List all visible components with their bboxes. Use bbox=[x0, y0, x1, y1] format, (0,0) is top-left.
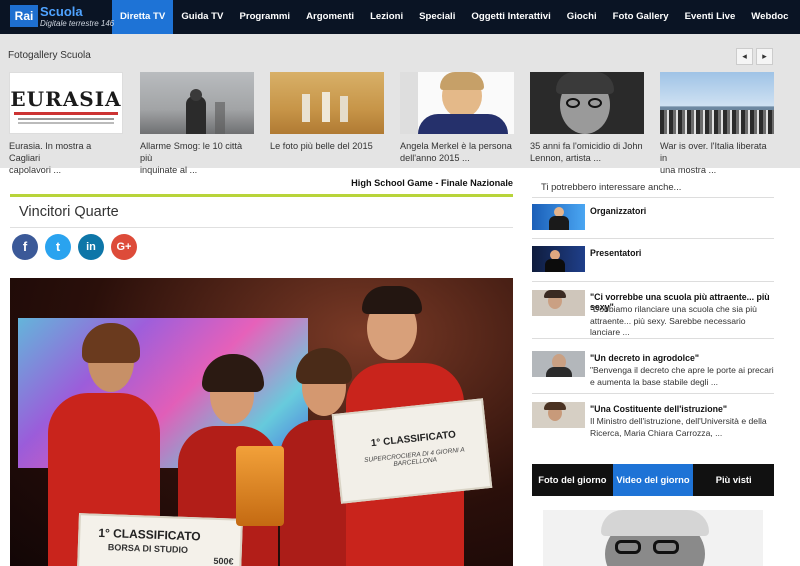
related-thumbnail[interactable] bbox=[532, 402, 585, 428]
prize-sign-right: 1° CLASSIFICATO SUPERCROCIERA DI 4 GIORN… bbox=[331, 398, 493, 504]
trophy bbox=[236, 446, 284, 526]
related-title[interactable]: "Una Costituente dell'istruzione" bbox=[590, 404, 727, 414]
logo-scuola: Scuola bbox=[40, 4, 83, 19]
related-description: "Benvenga il decreto che apre le porte a… bbox=[590, 365, 774, 387]
tab-preview-image[interactable] bbox=[543, 510, 763, 566]
gallery-thumbnail[interactable]: EURASIA bbox=[9, 72, 123, 134]
gallery-thumbnail[interactable] bbox=[400, 72, 514, 134]
gallery-thumbnail[interactable] bbox=[530, 72, 644, 134]
chevron-right-icon[interactable]: ▸ bbox=[756, 48, 773, 65]
facebook-share-button[interactable]: f bbox=[12, 234, 38, 260]
linkedin-share-button[interactable]: in bbox=[78, 234, 104, 260]
media-tabs: Foto del giorno Video del giorno Più vis… bbox=[532, 464, 774, 496]
related-description: Il Ministro dell'istruzione, dell'Univer… bbox=[590, 416, 767, 438]
tab-video-del-giorno[interactable]: Video del giorno bbox=[612, 464, 694, 496]
top-navigation: Rai Scuola Digitale terrestre 146 Dirett… bbox=[0, 0, 800, 34]
nav-item-giochi[interactable]: Giochi bbox=[559, 0, 605, 34]
twitter-share-button[interactable]: t bbox=[45, 234, 71, 260]
nav-item-eventi-live[interactable]: Eventi Live bbox=[677, 0, 744, 34]
related-thumbnail[interactable] bbox=[532, 204, 585, 230]
googleplus-share-button[interactable]: G+ bbox=[111, 234, 137, 260]
related-heading: Ti potrebbero interessare anche... bbox=[541, 181, 682, 192]
related-sidebar: Ti potrebbero interessare anche... Organ… bbox=[532, 168, 774, 566]
related-description: "Dobbiamo rilanciare una scuola che sia … bbox=[590, 304, 757, 337]
divider bbox=[10, 227, 513, 228]
related-title[interactable]: Organizzatori bbox=[590, 206, 646, 216]
article-section-label[interactable]: High School Game - Finale Nazionale bbox=[351, 178, 513, 188]
nav-item-argomenti[interactable]: Argomenti bbox=[298, 0, 362, 34]
nav-item-programmi[interactable]: Programmi bbox=[231, 0, 298, 34]
article-photo[interactable]: 1° CLASSIFICATO BORSA DI STUDIO 500€ 1° … bbox=[10, 278, 513, 566]
gallery-thumbnail[interactable] bbox=[140, 72, 254, 134]
gallery-caption[interactable]: Le foto più belle del 2015 bbox=[270, 140, 384, 152]
related-title[interactable]: Presentatori bbox=[590, 248, 641, 258]
nav-item-oggetti-interattivi[interactable]: Oggetti Interattivi bbox=[463, 0, 558, 34]
page-title: Vincitori Quarte bbox=[19, 204, 119, 220]
related-title[interactable]: "Un decreto in agrodolce" bbox=[590, 353, 699, 363]
accent-divider bbox=[10, 194, 513, 197]
logo-channel: Digitale terrestre 146 bbox=[40, 19, 115, 28]
gallery-caption[interactable]: Angela Merkel è la persona dell'anno 2015… bbox=[400, 140, 514, 164]
prize-sign-left: 1° CLASSIFICATO BORSA DI STUDIO 500€ bbox=[77, 513, 243, 566]
gallery-item[interactable]: Allarme Smog: le 10 città più inquinate a… bbox=[140, 72, 254, 176]
nav-item-foto-gallery[interactable]: Foto Gallery bbox=[605, 0, 677, 34]
logo-rai: Rai bbox=[10, 5, 38, 27]
related-thumbnail[interactable] bbox=[532, 290, 585, 316]
fotogallery-strip: Fotogallery Scuola ◂ ▸ EURASIA Eurasia. … bbox=[0, 34, 800, 175]
related-thumbnail[interactable] bbox=[532, 351, 585, 377]
chevron-left-icon[interactable]: ◂ bbox=[736, 48, 753, 65]
gallery-thumbnail[interactable] bbox=[270, 72, 384, 134]
gallery-item[interactable]: 35 anni fa l'omicidio di John Lennon, art… bbox=[530, 72, 644, 164]
fotogallery-title: Fotogallery Scuola bbox=[8, 50, 91, 61]
article: High School Game - Finale Nazionale Vinc… bbox=[8, 168, 516, 566]
raiscuola-logo[interactable]: Rai Scuola Digitale terrestre 146 bbox=[8, 0, 115, 34]
related-thumbnail[interactable] bbox=[532, 246, 585, 272]
gallery-caption[interactable]: 35 anni fa l'omicidio di John Lennon, art… bbox=[530, 140, 644, 164]
nav-item-diretta-tv[interactable]: Diretta TV bbox=[112, 0, 174, 34]
gallery-thumbnail[interactable] bbox=[660, 72, 774, 134]
gallery-item[interactable]: Le foto più belle del 2015 bbox=[270, 72, 384, 152]
gallery-item[interactable]: Angela Merkel è la persona dell'anno 2015… bbox=[400, 72, 514, 164]
nav-item-speciali[interactable]: Speciali bbox=[411, 0, 463, 34]
thumbnail-lettering: EURASIA bbox=[10, 87, 122, 111]
nav-item-guida-tv[interactable]: Guida TV bbox=[173, 0, 231, 34]
gallery-item[interactable]: EURASIA Eurasia. In mostra a Cagliari cap… bbox=[9, 72, 123, 176]
tab-foto-del-giorno[interactable]: Foto del giorno bbox=[532, 464, 613, 496]
gallery-item[interactable]: War is over. l'Italia liberata in una mos… bbox=[660, 72, 774, 176]
tab-piu-visti[interactable]: Più visti bbox=[693, 464, 774, 496]
nav-item-lezioni[interactable]: Lezioni bbox=[362, 0, 411, 34]
nav-item-webdoc[interactable]: Webdoc bbox=[743, 0, 796, 34]
